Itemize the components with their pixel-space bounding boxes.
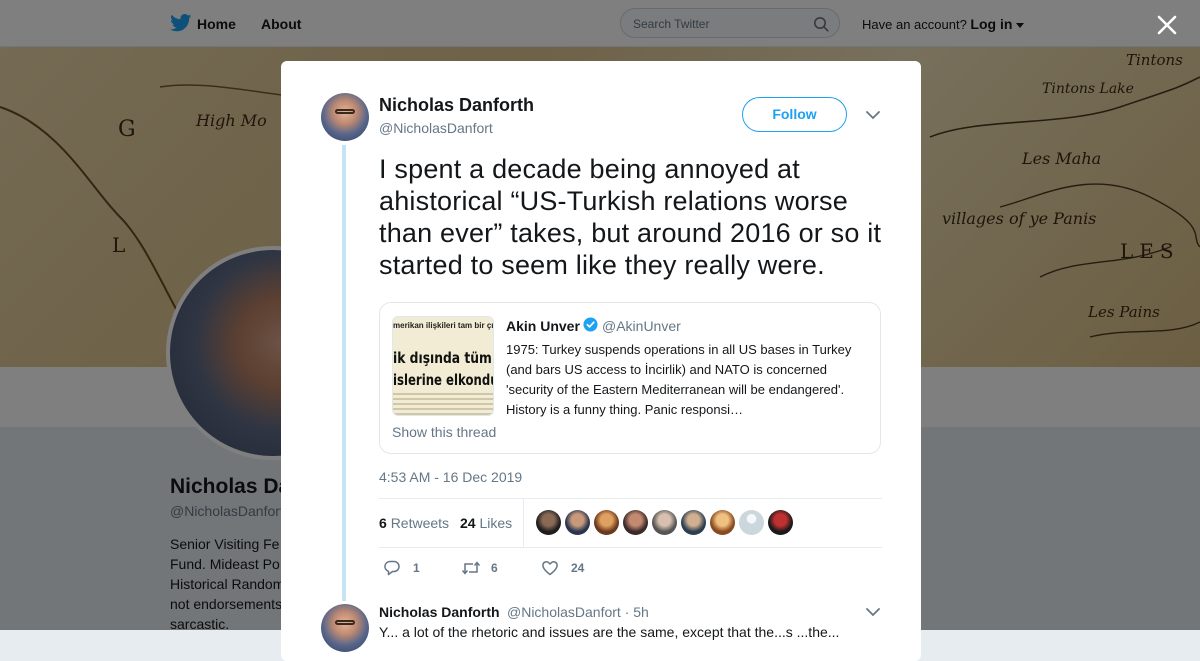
liker-avatar[interactable] bbox=[710, 510, 735, 535]
retweet-button[interactable]: 6 bbox=[461, 559, 511, 579]
liker-avatar[interactable] bbox=[739, 510, 764, 535]
tweet-modal: Nicholas Danforth @NicholasDanfort Follo… bbox=[281, 61, 921, 661]
author-handle[interactable]: @NicholasDanfort bbox=[379, 120, 493, 136]
chevron-down-icon[interactable] bbox=[866, 608, 880, 617]
liker-avatar[interactable] bbox=[768, 510, 793, 535]
show-thread-link[interactable]: Show this thread bbox=[392, 424, 496, 440]
newspaper-line: merikan ilişkileri tam bir çıkm bbox=[393, 321, 494, 330]
reply-author-name[interactable]: Nicholas Danforth bbox=[379, 604, 500, 620]
liker-avatar[interactable] bbox=[594, 510, 619, 535]
liker-avatar[interactable] bbox=[565, 510, 590, 535]
author-avatar[interactable] bbox=[321, 93, 369, 141]
liker-avatar[interactable] bbox=[536, 510, 561, 535]
likes-label: Likes bbox=[479, 515, 513, 531]
tweet-timestamp[interactable]: 4:53 AM - 16 Dec 2019 bbox=[379, 469, 522, 485]
reply-tweet-text: Y... a lot of the rhetoric and issues ar… bbox=[379, 624, 840, 640]
newspaper-line: islerine elkondu bbox=[393, 371, 494, 389]
like-button[interactable]: 24 bbox=[541, 559, 591, 579]
verified-badge-icon bbox=[583, 317, 598, 332]
likes-stat[interactable]: 24 Likes bbox=[460, 515, 512, 531]
reply-author-avatar[interactable] bbox=[321, 604, 369, 652]
retweets-stat[interactable]: 6 Retweets bbox=[379, 515, 449, 531]
liker-avatar[interactable] bbox=[652, 510, 677, 535]
close-icon[interactable] bbox=[1154, 12, 1180, 38]
reply-icon bbox=[384, 560, 400, 576]
stats-divider bbox=[523, 499, 524, 547]
reply-button[interactable]: 1 bbox=[383, 559, 433, 579]
retweets-count: 6 bbox=[379, 515, 387, 531]
quoted-author-handle: @AkinUnver bbox=[602, 318, 681, 334]
newspaper-text-lines bbox=[393, 393, 493, 415]
like-count: 24 bbox=[571, 561, 585, 575]
thread-line bbox=[342, 145, 346, 601]
retweet-count: 6 bbox=[491, 561, 498, 575]
tweet-text: I spent a decade being annoyed at ahisto… bbox=[379, 154, 882, 280]
tweet-stats: 6 Retweets 24 Likes bbox=[379, 498, 882, 548]
retweet-icon bbox=[461, 561, 481, 575]
quoted-tweet[interactable]: merikan ilişkileri tam bir çıkm ik dışın… bbox=[379, 302, 881, 454]
liker-avatar[interactable] bbox=[681, 510, 706, 535]
quoted-tweet-text: 1975: Turkey suspends operations in all … bbox=[506, 342, 852, 417]
quoted-tweet-image[interactable]: merikan ilişkileri tam bir çıkm ik dışın… bbox=[392, 316, 494, 416]
quoted-author-name: Akin Unver bbox=[506, 318, 580, 334]
liker-avatar[interactable] bbox=[623, 510, 648, 535]
heart-icon bbox=[542, 561, 558, 576]
newspaper-line: ik dışında tüm bbox=[393, 349, 492, 367]
follow-button[interactable]: Follow bbox=[742, 97, 847, 132]
chevron-down-icon[interactable] bbox=[866, 111, 880, 120]
likes-count: 24 bbox=[460, 515, 476, 531]
author-name[interactable]: Nicholas Danforth bbox=[379, 95, 534, 116]
reply-author-handle[interactable]: @NicholasDanfort · 5h bbox=[507, 604, 649, 620]
reply-count: 1 bbox=[413, 561, 420, 575]
retweets-label: Retweets bbox=[390, 515, 450, 531]
